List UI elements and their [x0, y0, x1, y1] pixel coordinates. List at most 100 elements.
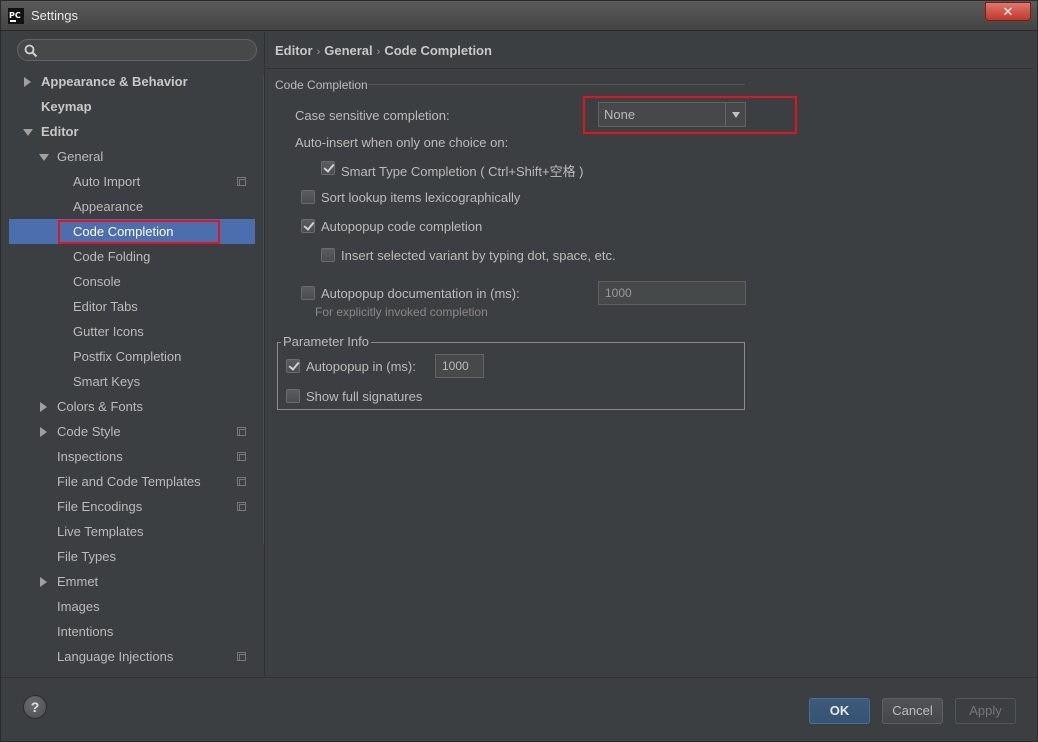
tree-item-console[interactable]: Console: [9, 269, 255, 294]
expand-arrow-icon[interactable]: [40, 402, 47, 412]
parameter-info-title: Parameter Info: [281, 334, 371, 349]
tree-item-code-folding[interactable]: Code Folding: [9, 244, 255, 269]
close-button[interactable]: ✕: [985, 2, 1031, 21]
tree-item-editor-tabs[interactable]: Editor Tabs: [9, 294, 255, 319]
collapse-arrow-icon[interactable]: [39, 154, 49, 161]
tree-item-intentions[interactable]: Intentions: [9, 619, 255, 644]
tree-item-label: File Encodings: [57, 499, 143, 514]
autopopup-doc-checkbox[interactable]: [301, 286, 315, 300]
section-divider: [368, 84, 745, 85]
tree-item-file-encodings[interactable]: File Encodings: [9, 494, 255, 519]
tree-item-label: Keymap: [41, 99, 92, 114]
breadcrumb: Editor › General › Code Completion: [275, 43, 492, 58]
autopopup-code-checkbox[interactable]: [301, 219, 315, 233]
highlight-box: [58, 220, 220, 244]
param-autopopup-field[interactable]: 1000: [435, 354, 484, 378]
tree-item-label: File Types: [57, 549, 117, 564]
settings-sidebar: Appearance & Behavior Keymap Editor Gene…: [9, 32, 265, 677]
project-settings-icon: [237, 477, 246, 486]
tree-item-appearance[interactable]: Appearance: [9, 194, 255, 219]
settings-content: Editor › General › Code Completion Code Comp…: [266, 32, 1033, 677]
autopopup-doc-field[interactable]: 1000: [598, 281, 746, 305]
sort-lookup-label[interactable]: Sort lookup items lexicographically: [321, 190, 520, 205]
project-settings-icon: [237, 427, 246, 436]
tree-item-keymap[interactable]: Keymap: [9, 94, 255, 119]
tree-item-label: Code Style: [57, 424, 121, 439]
close-icon: ✕: [1002, 4, 1014, 19]
ok-button[interactable]: OK: [809, 698, 870, 724]
tree-item-postfix-completion[interactable]: Postfix Completion: [9, 344, 255, 369]
title-bar[interactable]: PC Settings ✕: [1, 1, 1037, 31]
insert-selected-label[interactable]: Insert selected variant by typing dot, s…: [341, 248, 616, 263]
window-title: Settings: [31, 8, 78, 23]
project-settings-icon: [237, 452, 246, 461]
insert-selected-checkbox[interactable]: [321, 248, 335, 262]
smart-type-checkbox[interactable]: [321, 161, 335, 175]
tree-item-smart-keys[interactable]: Smart Keys: [9, 369, 255, 394]
tree-item-inspections[interactable]: Inspections: [9, 444, 255, 469]
autopopup-doc-label[interactable]: Autopopup documentation in (ms):: [321, 286, 520, 301]
settings-window: PC Settings ✕ Appearance & Behavior Keym…: [0, 0, 1038, 742]
tree-item-images[interactable]: Images: [9, 594, 255, 619]
search-box[interactable]: [17, 39, 257, 61]
collapse-arrow-icon[interactable]: [23, 129, 33, 136]
breadcrumb-separator: ›: [376, 46, 381, 58]
tree-item-language-injections[interactable]: Language Injections: [9, 644, 255, 669]
show-signatures-checkbox[interactable]: [286, 389, 300, 403]
tree-item-general[interactable]: General: [9, 144, 255, 169]
project-settings-icon: [237, 177, 246, 186]
tree-item-emmet[interactable]: Emmet: [9, 569, 255, 594]
tree-item-label: General: [57, 149, 104, 164]
tree-item-file-code-templates[interactable]: File and Code Templates: [9, 469, 255, 494]
param-autopopup-checkbox[interactable]: [286, 359, 300, 373]
help-button[interactable]: ?: [23, 695, 47, 719]
autopopup-code-label[interactable]: Autopopup code completion: [321, 219, 482, 234]
project-settings-icon: [237, 502, 246, 511]
tree-item-label: Language Injections: [57, 649, 174, 664]
smart-type-label[interactable]: Smart Type Completion ( Ctrl+Shift+空格 ): [341, 161, 584, 180]
project-settings-icon: [237, 652, 246, 661]
breadcrumb-separator: ›: [316, 46, 321, 58]
param-autopopup-label[interactable]: Autopopup in (ms):: [306, 359, 416, 374]
expand-arrow-icon[interactable]: [40, 577, 47, 587]
tree-item-label: Appearance: [73, 199, 144, 214]
pycharm-app-icon: PC: [8, 8, 24, 24]
tree-item-label: Colors & Fonts: [57, 399, 143, 414]
tree-item-code-style[interactable]: Code Style: [9, 419, 255, 444]
expand-arrow-icon[interactable]: [24, 77, 31, 87]
highlight-box: [583, 96, 797, 134]
tree-item-live-templates[interactable]: Live Templates: [9, 519, 255, 544]
tree-item-label: Live Templates: [57, 524, 144, 539]
sort-lookup-checkbox[interactable]: [301, 190, 315, 204]
tree-item-label: Console: [73, 274, 121, 289]
search-input[interactable]: [42, 42, 252, 58]
auto-insert-label: Auto-insert when only one choice on:: [295, 135, 509, 150]
case-sensitive-label: Case sensitive completion:: [295, 108, 450, 123]
tree-item-label: Gutter Icons: [73, 324, 144, 339]
tree-item-label: Editor Tabs: [73, 299, 138, 314]
tree-item-appearance-behavior[interactable]: Appearance & Behavior: [9, 69, 255, 94]
dialog-footer: ? OK Cancel Apply: [1, 677, 1037, 741]
tree-item-label: Appearance & Behavior: [41, 74, 188, 89]
tree-item-label: Intentions: [57, 624, 114, 639]
search-icon: [24, 44, 38, 58]
tree-item-file-types[interactable]: File Types: [9, 544, 255, 569]
tree-item-colors-fonts[interactable]: Colors & Fonts: [9, 394, 255, 419]
tree-item-label: Code Folding: [73, 249, 151, 264]
expand-arrow-icon[interactable]: [40, 427, 47, 437]
tree-item-gutter-icons[interactable]: Gutter Icons: [9, 319, 255, 344]
header-divider: [266, 68, 1033, 69]
tree-item-editor[interactable]: Editor: [9, 119, 255, 144]
tree-item-auto-import[interactable]: Auto Import: [9, 169, 255, 194]
sidebar-scrollbar[interactable]: [263, 72, 264, 546]
tree-item-label: Inspections: [57, 449, 123, 464]
show-signatures-label[interactable]: Show full signatures: [306, 389, 422, 404]
apply-button[interactable]: Apply: [955, 698, 1016, 724]
tree-item-label: Emmet: [57, 574, 99, 589]
tree-item-label: File and Code Templates: [57, 474, 201, 489]
tree-item-label: Auto Import: [73, 174, 141, 189]
tree-item-label: Postfix Completion: [73, 349, 182, 364]
breadcrumb-editor: Editor: [275, 43, 313, 58]
section-title: Code Completion: [275, 78, 368, 92]
cancel-button[interactable]: Cancel: [882, 698, 943, 724]
